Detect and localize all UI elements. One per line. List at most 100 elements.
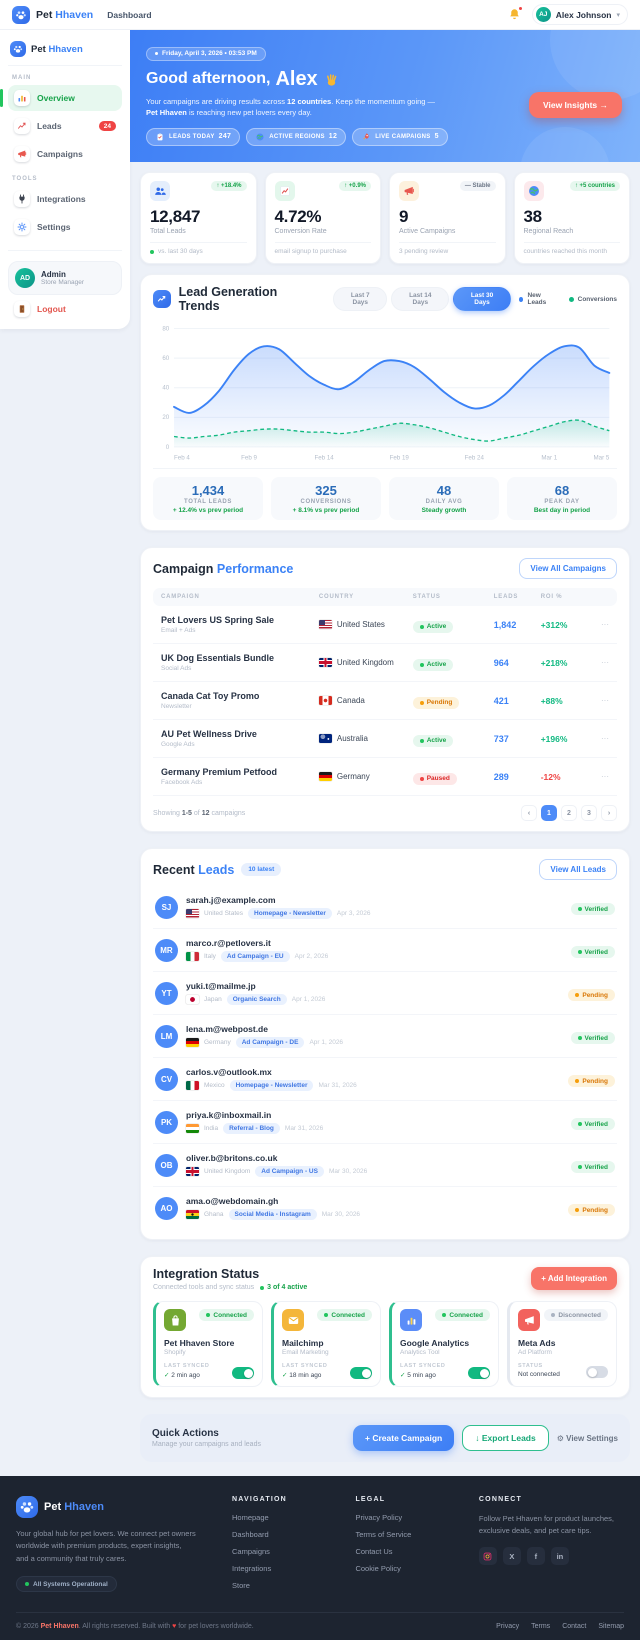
footer-link-terms-of-service[interactable]: Terms of Service	[355, 1530, 462, 1539]
prev-page-button[interactable]: ‹	[521, 805, 537, 822]
admin-profile-card[interactable]: AD Admin Store Manager	[8, 261, 122, 295]
integration-header: Integration Status Connected tools and s…	[153, 1267, 617, 1291]
summary-label: DAILY AVG	[425, 499, 463, 506]
row-menu-button[interactable]: ···	[588, 620, 609, 629]
sidebar-item-campaigns[interactable]: Campaigns	[8, 141, 122, 167]
add-integration-button[interactable]: + Add Integration	[531, 1267, 617, 1291]
social-x-icon[interactable]: X	[502, 1547, 521, 1566]
view-all-campaigns-button[interactable]: View All Campaigns	[519, 558, 617, 580]
lead-meta: India Referral - Blog Mar 31, 2026	[186, 1123, 323, 1135]
integration-toggle[interactable]	[350, 1367, 372, 1380]
lead-source-tag: Organic Search	[226, 994, 287, 1006]
footer-link-store[interactable]: Store	[232, 1581, 339, 1590]
integration-name: Meta Ads	[518, 1338, 556, 1349]
lead-country: India	[204, 1125, 219, 1133]
lead-avatar: MR	[155, 938, 178, 962]
next-page-button[interactable]: ›	[601, 805, 617, 822]
campaign-performance-card: Campaign Performance View All Campaigns …	[140, 547, 630, 833]
dot	[260, 1285, 265, 1290]
lead-status: Verified	[570, 1156, 615, 1174]
sidebar-brand[interactable]: Pet Hhaven	[8, 39, 122, 66]
status-cell: Paused	[412, 768, 494, 786]
lead-row[interactable]: PK priya.k@inboxmail.in India Referral - Bl…	[153, 1101, 617, 1145]
status-badge: Verified	[570, 903, 615, 916]
footer-description: Your global hub for pet lovers. We conne…	[16, 1529, 196, 1563]
row-menu-button[interactable]: ···	[588, 696, 609, 705]
bottom-link-terms[interactable]: Terms	[531, 1623, 550, 1630]
footer-link-privacy-policy[interactable]: Privacy Policy	[355, 1513, 462, 1522]
footer-link-dashboard[interactable]: Dashboard	[232, 1530, 339, 1539]
brand-second: Hhaven	[55, 8, 94, 21]
row-menu-button[interactable]: ···	[588, 772, 609, 781]
section-title: Recent Leads	[153, 862, 235, 877]
page-button-1[interactable]: 1	[541, 805, 557, 822]
view-settings-button[interactable]: ⚙ View Settings	[557, 1434, 618, 1443]
social-instagram-icon[interactable]	[478, 1547, 497, 1566]
nav-link-dashboard[interactable]: Dashboard	[107, 10, 151, 20]
lead-row[interactable]: AO ama.o@webdomain.gh Ghana Social Media - …	[153, 1187, 617, 1229]
export-leads-button[interactable]: ↓ Export Leads	[462, 1425, 549, 1452]
footer-link-cookie-policy[interactable]: Cookie Policy	[355, 1564, 462, 1573]
svg-text:Feb 9: Feb 9	[241, 454, 257, 461]
bell-icon[interactable]	[507, 6, 523, 22]
footer-link-homepage[interactable]: Homepage	[232, 1513, 339, 1522]
lead-row[interactable]: CV carlos.v@outlook.mx Mexico Homepage - Ne…	[153, 1058, 617, 1102]
summary-value: 48	[436, 483, 452, 499]
social-facebook-icon[interactable]: f	[526, 1547, 545, 1566]
lead-source-tag: Ad Campaign - DE	[235, 1037, 305, 1049]
lead-row[interactable]: YT yuki.t@mailme.jp Japan Organic Search Apr…	[153, 972, 617, 1016]
integration-toggle[interactable]	[232, 1367, 254, 1380]
view-insights-button[interactable]: View Insights →	[528, 92, 622, 118]
table-row[interactable]: Pet Lovers US Spring Sale Email + Ads Unit…	[153, 606, 617, 645]
user-menu[interactable]: AJ Alex Johnson ▾	[531, 4, 628, 25]
bottom-link-sitemap[interactable]: Sitemap	[598, 1623, 624, 1630]
bottom-link-contact[interactable]: Contact	[562, 1623, 586, 1630]
country-name: United Kingdom	[336, 658, 394, 668]
lead-row[interactable]: OB oliver.b@britons.co.uk United Kingdom Ad…	[153, 1144, 617, 1188]
range-tab[interactable]: Last 14 Days	[391, 287, 450, 311]
page-button-3[interactable]: 3	[581, 805, 597, 822]
sidebar-item-integrations[interactable]: Integrations	[8, 186, 122, 212]
row-menu-button[interactable]: ···	[588, 658, 609, 667]
sidebar-item-settings[interactable]: Settings	[8, 214, 122, 240]
svg-text:Feb 24: Feb 24	[465, 454, 485, 461]
table-row[interactable]: Canada Cat Toy Promo Newsletter Canada Pend…	[153, 682, 617, 721]
integration-toggle[interactable]	[586, 1366, 608, 1379]
campaign-cell: Pet Lovers US Spring Sale Email + Ads	[161, 615, 319, 634]
view-all-leads-button[interactable]: View All Leads	[539, 859, 617, 881]
country-cell: United States	[318, 620, 413, 630]
table-row[interactable]: UK Dog Essentials Bundle Social Ads United…	[153, 644, 617, 683]
recent-leads-card: Recent Leads 10 latest View All Leads SJ…	[140, 848, 630, 1241]
integration-toggle[interactable]	[468, 1367, 490, 1380]
lead-source-tag: Referral - Blog	[223, 1123, 280, 1135]
integration-status-card: Integration Status Connected tools and s…	[140, 1256, 630, 1399]
summary-note: + 8.1% vs prev period	[292, 507, 360, 515]
status-badge: Verified	[570, 946, 615, 959]
date-pill: Friday, April 3, 2026 • 03:53 PM	[146, 46, 266, 61]
lead-info: yuki.t@mailme.jp Japan Organic Search Apr 1…	[186, 981, 325, 1006]
sync-label: LAST SYNCED	[282, 1363, 328, 1370]
footer-brand-col: Pet Hhaven Your global hub for pet lover…	[16, 1496, 216, 1598]
range-tab[interactable]: Last 30 Days	[453, 287, 511, 311]
lead-row[interactable]: LM lena.m@webpost.de Germany Ad Campaign - …	[153, 1015, 617, 1059]
lead-row[interactable]: SJ sarah.j@example.com United States Homepa…	[153, 886, 617, 930]
sidebar-item-label: Settings	[37, 222, 71, 232]
bottom-link-privacy[interactable]: Privacy	[496, 1623, 519, 1630]
main-content: Friday, April 3, 2026 • 03:53 PM Good af…	[130, 30, 640, 1476]
footer-link-integrations[interactable]: Integrations	[232, 1564, 339, 1573]
roi-value: +88%	[540, 695, 563, 706]
table-row[interactable]: Germany Premium Petfood Facebook Ads Germa…	[153, 758, 617, 797]
create-campaign-button[interactable]: + Create Campaign	[353, 1425, 455, 1452]
page-button-2[interactable]: 2	[561, 805, 577, 822]
table-row[interactable]: AU Pet Wellness Drive Google Ads Australia…	[153, 720, 617, 759]
campaign-channel: Facebook Ads	[161, 779, 203, 787]
sidebar-item-overview[interactable]: Overview	[0, 85, 122, 111]
brand[interactable]: Pet Hhaven	[12, 5, 94, 24]
social-linkedin-icon[interactable]: in	[550, 1547, 569, 1566]
lead-row[interactable]: MR marco.r@petlovers.it Italy Ad Campaign -…	[153, 929, 617, 973]
row-menu-button[interactable]: ···	[588, 734, 609, 743]
sidebar-item-leads[interactable]: Leads 24	[8, 113, 122, 139]
logout-button[interactable]: Logout	[8, 295, 122, 317]
stat-label: Regional Reach	[523, 228, 574, 235]
range-tab[interactable]: Last 7 Days	[333, 287, 388, 311]
